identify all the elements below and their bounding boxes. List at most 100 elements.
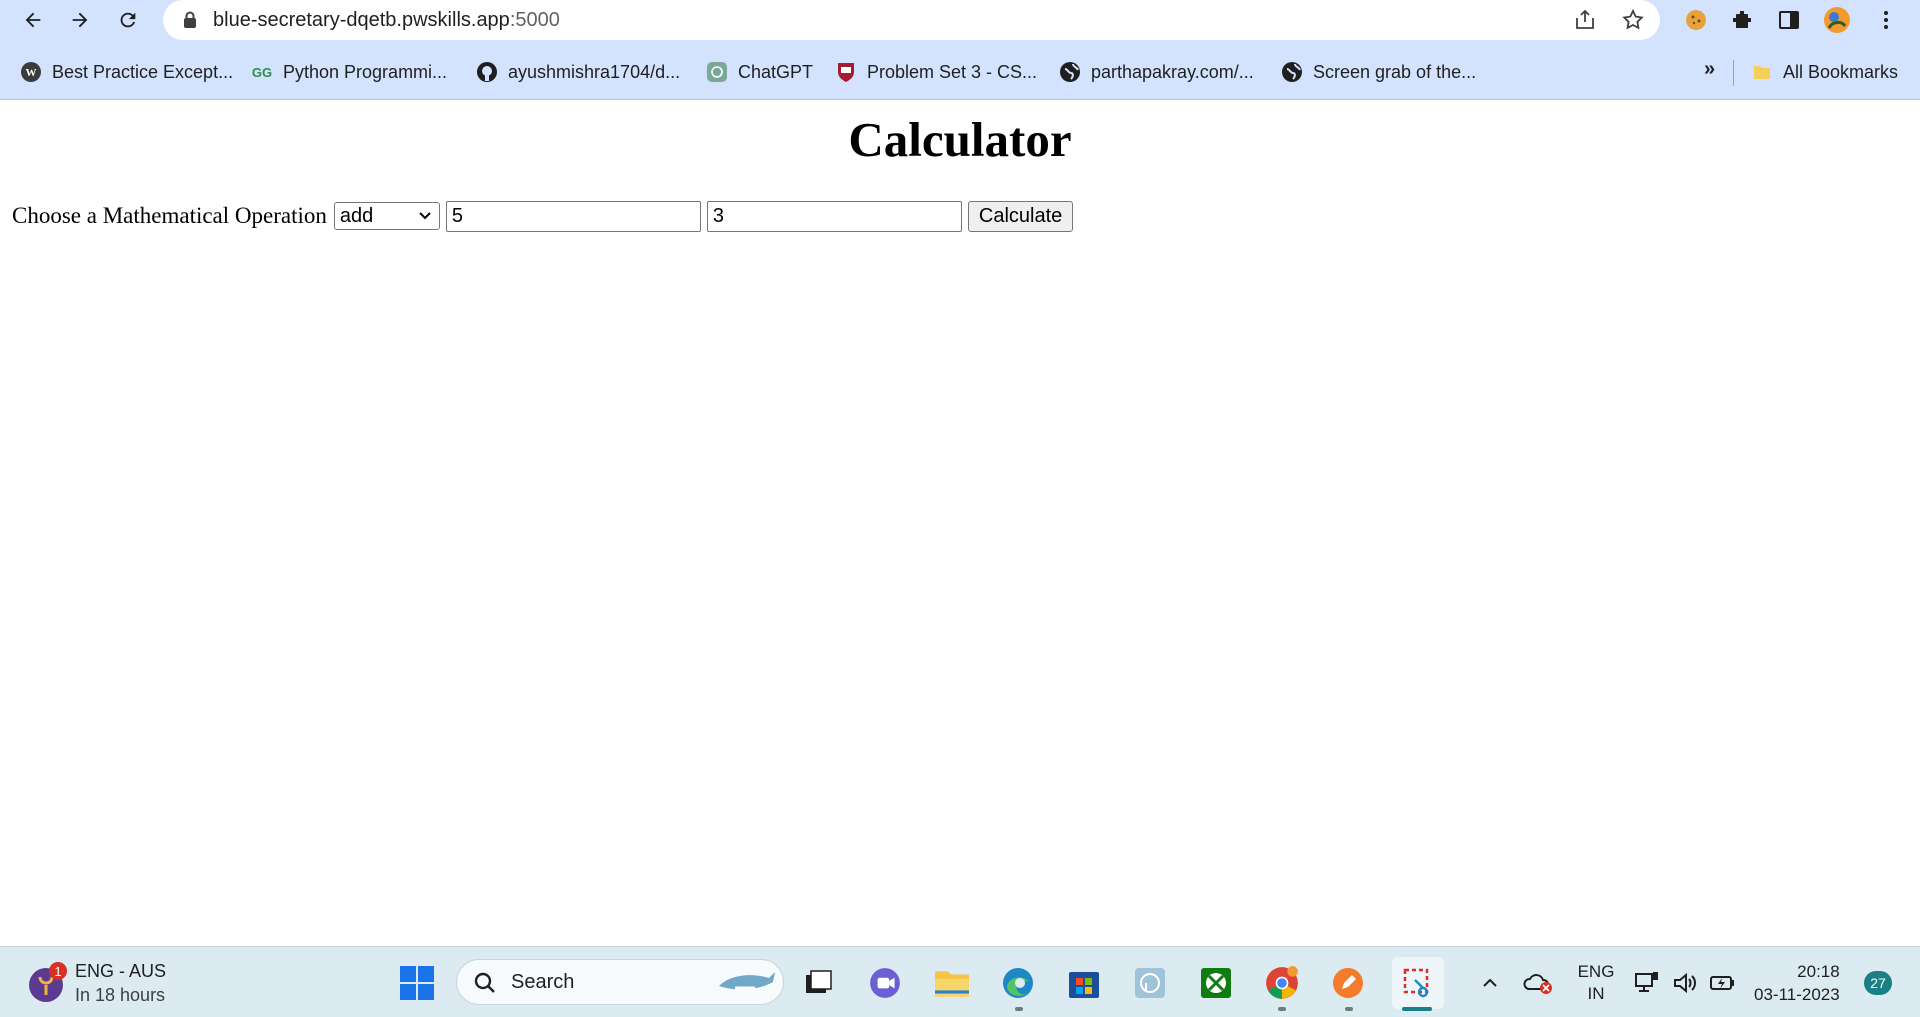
taskbar: 1 ENG - AUS In 18 hours Search ENG IN 20…	[0, 946, 1920, 1017]
notification-badge[interactable]: 27	[1864, 971, 1892, 995]
lock-icon	[184, 11, 196, 28]
cricket-widget-icon: 1	[29, 962, 67, 1002]
bookmark-item[interactable]: ayushmishra1704/d...	[476, 58, 680, 86]
show-hidden-icons-button[interactable]	[1470, 961, 1510, 1005]
bookmark-item[interactable]: Screen grab of the...	[1281, 58, 1476, 86]
back-arrow-icon	[25, 12, 41, 28]
chatgpt-icon	[706, 61, 728, 83]
app-button[interactable]	[1128, 961, 1172, 1005]
forward-arrow-icon	[72, 12, 88, 28]
globe-icon	[1281, 61, 1303, 83]
volume-button[interactable]	[1668, 961, 1702, 1005]
language-code: ENG	[1577, 962, 1615, 981]
svg-text:GG: GG	[252, 65, 272, 80]
xbox-icon	[1201, 968, 1231, 998]
operation-label: Choose a Mathematical Operation	[12, 203, 327, 228]
task-view-button[interactable]	[796, 961, 840, 1005]
weather-subtitle: In 18 hours	[75, 985, 166, 1005]
shark-highlight-icon	[719, 972, 775, 990]
start-button[interactable]	[395, 961, 439, 1005]
running-indicator	[1345, 1007, 1353, 1011]
language-indicator[interactable]: ENG IN	[1575, 961, 1617, 1005]
reload-icon	[120, 12, 136, 28]
task-view-icon	[806, 970, 832, 993]
reload-button[interactable]	[112, 4, 144, 36]
globe-icon	[1059, 61, 1081, 83]
url-text[interactable]: blue-secretary-dqetb.pwskills.app:5000	[213, 9, 560, 32]
operation-select[interactable]: add	[333, 202, 440, 230]
url-port: :5000	[509, 9, 560, 31]
back-button[interactable]	[17, 4, 49, 36]
edge-icon	[1003, 968, 1033, 998]
weather-widget[interactable]: 1	[26, 961, 70, 1005]
active-indicator	[1402, 1007, 1432, 1011]
number2-input[interactable]: 3	[706, 200, 962, 232]
bookmark-item[interactable]: GG Python Programmi...	[251, 58, 447, 86]
forward-button[interactable]	[64, 4, 96, 36]
geeksforgeeks-icon: GG	[251, 61, 273, 83]
folder-icon	[935, 971, 969, 997]
edge-button[interactable]	[996, 961, 1040, 1005]
cloud-error-icon	[1523, 974, 1552, 994]
bookmark-label: parthapakray.com/...	[1091, 61, 1254, 82]
side-panel-icon[interactable]	[1775, 6, 1803, 34]
weather-title: ENG - AUS	[75, 961, 167, 981]
harvard-icon	[835, 61, 857, 83]
bookmarks-bar: W Best Practice Except... GG Python Prog…	[0, 40, 1920, 100]
extensions-puzzle-icon[interactable]	[1728, 6, 1756, 34]
teams-chat-button[interactable]	[863, 961, 907, 1005]
clock-date: 03-11-2023	[1754, 985, 1840, 1004]
page-content: Calculator Choose a Mathematical Operati…	[0, 101, 1920, 946]
bookmarks-divider	[1733, 60, 1734, 86]
wordpress-icon: W	[20, 61, 42, 83]
battery-button[interactable]	[1706, 961, 1740, 1005]
bookmark-label: Problem Set 3 - CS...	[867, 61, 1038, 82]
network-button[interactable]	[1630, 961, 1664, 1005]
bookmark-label: Python Programmi...	[283, 61, 448, 82]
snipping-tool-button[interactable]	[1392, 957, 1444, 1009]
weather-text[interactable]: ENG - AUS In 18 hours	[75, 959, 166, 1007]
bookmark-item[interactable]: W Best Practice Except...	[20, 58, 233, 86]
bookmark-item[interactable]: Problem Set 3 - CS...	[835, 58, 1037, 86]
volume-icon	[1674, 972, 1696, 994]
url-host: blue-secretary-dqetb.pwskills.app	[213, 9, 510, 31]
chat-icon	[870, 968, 900, 998]
folder-icon	[1751, 61, 1773, 83]
chrome-button[interactable]	[1260, 961, 1304, 1005]
cookie-extension-icon[interactable]	[1682, 6, 1710, 34]
windows-icon	[400, 966, 434, 1000]
bookmark-label: Best Practice Except...	[52, 61, 234, 82]
svg-text:W: W	[26, 67, 37, 79]
share-icon[interactable]	[1573, 8, 1597, 32]
app-button[interactable]	[1326, 961, 1370, 1005]
taskbar-search[interactable]: Search	[456, 959, 784, 1005]
calculate-button[interactable]: Calculate	[967, 200, 1074, 232]
xbox-button[interactable]	[1194, 961, 1238, 1005]
profile-avatar[interactable]	[1823, 6, 1851, 34]
browser-toolbar: blue-secretary-dqetb.pwskills.app:5000	[0, 0, 1920, 40]
running-indicator	[1278, 1007, 1286, 1011]
store-icon	[1069, 972, 1099, 998]
search-placeholder: Search	[511, 971, 575, 993]
onedrive-button[interactable]	[1518, 961, 1558, 1005]
all-bookmarks-button[interactable]: All Bookmarks	[1751, 58, 1898, 86]
microsoft-store-button[interactable]	[1062, 961, 1106, 1005]
snipping-tool-icon	[1403, 968, 1429, 998]
running-indicator	[1015, 1007, 1023, 1011]
more-bookmarks-button[interactable]: »	[1704, 58, 1715, 81]
bookmark-star-icon[interactable]	[1621, 8, 1645, 32]
bookmark-label: Screen grab of the...	[1313, 61, 1477, 82]
chevron-down-icon	[419, 212, 431, 220]
calculator-form: Choose a Mathematical Operation add 5 3 …	[12, 200, 1074, 232]
address-bar[interactable]: blue-secretary-dqetb.pwskills.app:5000	[163, 0, 1660, 40]
clock[interactable]: 20:18 03-11-2023	[1754, 960, 1840, 1006]
github-icon	[476, 61, 498, 83]
network-icon	[1635, 972, 1658, 992]
bookmark-label: ChatGPT	[738, 61, 814, 82]
number1-input[interactable]: 5	[445, 200, 701, 232]
file-explorer-button[interactable]	[930, 961, 974, 1005]
search-icon	[474, 972, 495, 993]
browser-menu-icon[interactable]	[1872, 6, 1900, 34]
bookmark-item[interactable]: parthapakray.com/...	[1059, 58, 1254, 86]
bookmark-item[interactable]: ChatGPT	[706, 58, 813, 86]
